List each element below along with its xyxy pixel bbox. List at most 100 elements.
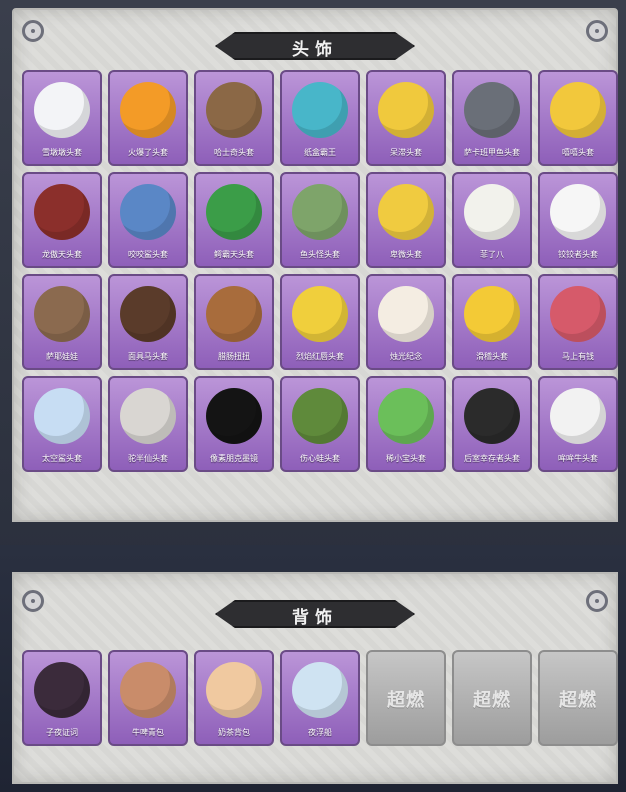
head-item-card[interactable]: 驼半仙头套 — [108, 376, 188, 472]
back-item-card[interactable]: 夜浮船 — [280, 650, 360, 746]
head-item-label: 腊肠扭扭 — [218, 352, 250, 361]
head-item-thumbnail-icon — [550, 388, 606, 444]
head-item-thumbnail-icon — [206, 388, 262, 444]
corner-ornament-icon — [22, 20, 44, 42]
head-item-label: 菲了八 — [480, 250, 504, 259]
head-item-card[interactable]: 铰铰者头套 — [538, 172, 618, 268]
head-item-label: 嘻嘻头套 — [562, 148, 594, 157]
head-item-label: 太空鲨头套 — [42, 454, 82, 463]
empty-slot-watermark: 超燃 — [387, 690, 425, 711]
head-item-card[interactable]: 咬咬鲨头套 — [108, 172, 188, 268]
head-item-thumbnail-icon — [378, 184, 434, 240]
head-item-label: 鱼头怪头套 — [300, 250, 340, 259]
section-title-banner: 背饰 — [195, 596, 435, 632]
head-item-label: 火爆了头套 — [128, 148, 168, 157]
back-item-card[interactable]: 奶茶背包 — [194, 650, 274, 746]
head-item-label: 铰铰者头套 — [558, 250, 598, 259]
head-item-thumbnail-icon — [206, 184, 262, 240]
head-item-thumbnail-icon — [34, 184, 90, 240]
section-title: 头饰 — [292, 40, 338, 60]
head-item-label: 驼半仙头套 — [128, 454, 168, 463]
head-item-thumbnail-icon — [464, 184, 520, 240]
head-item-thumbnail-icon — [292, 286, 348, 342]
head-item-card[interactable]: 像素朋克墨镜 — [194, 376, 274, 472]
head-item-thumbnail-icon — [292, 388, 348, 444]
head-item-thumbnail-icon — [378, 388, 434, 444]
empty-slot-watermark: 超燃 — [559, 690, 597, 711]
head-item-card[interactable]: 龙傲天头套 — [22, 172, 102, 268]
head-item-thumbnail-icon — [206, 286, 262, 342]
head-item-card[interactable]: 面具马头套 — [108, 274, 188, 370]
head-item-thumbnail-icon — [378, 286, 434, 342]
head-item-label: 萨耶娃娃 — [46, 352, 78, 361]
back-empty-slot: 超燃 — [538, 650, 618, 746]
head-item-card[interactable]: 雪墩墩头套 — [22, 70, 102, 166]
head-item-thumbnail-icon — [120, 388, 176, 444]
head-item-label: 哞哞牛头套 — [558, 454, 598, 463]
corner-ornament-icon — [586, 590, 608, 612]
head-item-card[interactable]: 滑稽头套 — [452, 274, 532, 370]
head-item-card[interactable]: 伤心蛙头套 — [280, 376, 360, 472]
head-item-label: 马上有钱 — [562, 352, 594, 361]
head-item-label: 鳄霸天头套 — [214, 250, 254, 259]
corner-ornament-icon — [22, 590, 44, 612]
head-item-card[interactable]: 菲了八 — [452, 172, 532, 268]
head-item-label: 烛光纪念 — [390, 352, 422, 361]
back-item-label: 牛啤青包 — [132, 728, 164, 737]
head-item-card[interactable]: 太空鲨头套 — [22, 376, 102, 472]
head-item-label: 呆滞头套 — [390, 148, 422, 157]
back-empty-slot: 超燃 — [366, 650, 446, 746]
back-item-thumbnail-icon — [34, 662, 90, 718]
head-item-label: 龙傲天头套 — [42, 250, 82, 259]
corner-ornament-icon — [586, 20, 608, 42]
head-item-label: 纸盒霸王 — [304, 148, 336, 157]
head-accessories-panel: 头饰 雪墩墩头套 火爆了头套 哈士奇头套 纸盒霸王 呆滞头套 萨卡班甲鱼头套 嘻嘻头套龙傲天… — [12, 8, 618, 522]
head-item-thumbnail-icon — [292, 82, 348, 138]
head-item-card[interactable]: 马上有钱 — [538, 274, 618, 370]
back-item-label: 子夜证词 — [46, 728, 78, 737]
head-item-card[interactable]: 鱼头怪头套 — [280, 172, 360, 268]
head-item-card[interactable]: 萨耶娃娃 — [22, 274, 102, 370]
head-item-thumbnail-icon — [34, 82, 90, 138]
head-item-label: 面具马头套 — [128, 352, 168, 361]
back-item-card[interactable]: 牛啤青包 — [108, 650, 188, 746]
head-item-thumbnail-icon — [464, 82, 520, 138]
head-item-card[interactable]: 嘻嘻头套 — [538, 70, 618, 166]
back-item-thumbnail-icon — [206, 662, 262, 718]
head-item-card[interactable]: 纸盒霸王 — [280, 70, 360, 166]
back-item-thumbnail-icon — [120, 662, 176, 718]
head-item-label: 卑微头套 — [390, 250, 422, 259]
back-item-label: 奶茶背包 — [218, 728, 250, 737]
head-item-card[interactable]: 哞哞牛头套 — [538, 376, 618, 472]
head-item-thumbnail-icon — [120, 286, 176, 342]
head-item-label: 像素朋克墨镜 — [210, 454, 258, 463]
head-item-card[interactable]: 烈焰红唇头套 — [280, 274, 360, 370]
back-accessories-panel: 背饰 子夜证词 牛啤青包 奶茶背包 夜浮船 超燃 超燃 超燃 — [12, 572, 618, 784]
head-item-card[interactable]: 萨卡班甲鱼头套 — [452, 70, 532, 166]
head-item-card[interactable]: 卑微头套 — [366, 172, 446, 268]
head-item-card[interactable]: 后室幸存者头套 — [452, 376, 532, 472]
head-item-thumbnail-icon — [34, 388, 90, 444]
section-title: 背饰 — [292, 608, 338, 628]
head-item-card[interactable]: 哈士奇头套 — [194, 70, 274, 166]
head-item-label: 后室幸存者头套 — [464, 454, 520, 463]
section-title-banner: 头饰 — [195, 28, 435, 64]
head-item-label: 雪墩墩头套 — [42, 148, 82, 157]
head-item-card[interactable]: 腊肠扭扭 — [194, 274, 274, 370]
head-item-thumbnail-icon — [120, 184, 176, 240]
head-item-card[interactable]: 稀小宝头套 — [366, 376, 446, 472]
head-item-card[interactable]: 鳄霸天头套 — [194, 172, 274, 268]
head-item-thumbnail-icon — [378, 82, 434, 138]
head-item-thumbnail-icon — [34, 286, 90, 342]
head-item-label: 伤心蛙头套 — [300, 454, 340, 463]
head-item-thumbnail-icon — [206, 82, 262, 138]
back-item-card[interactable]: 子夜证词 — [22, 650, 102, 746]
head-item-card[interactable]: 烛光纪念 — [366, 274, 446, 370]
head-item-thumbnail-icon — [550, 184, 606, 240]
head-item-label: 稀小宝头套 — [386, 454, 426, 463]
head-item-card[interactable]: 呆滞头套 — [366, 70, 446, 166]
head-item-card[interactable]: 火爆了头套 — [108, 70, 188, 166]
head-item-thumbnail-icon — [292, 184, 348, 240]
back-item-thumbnail-icon — [292, 662, 348, 718]
empty-slot-watermark: 超燃 — [473, 690, 511, 711]
